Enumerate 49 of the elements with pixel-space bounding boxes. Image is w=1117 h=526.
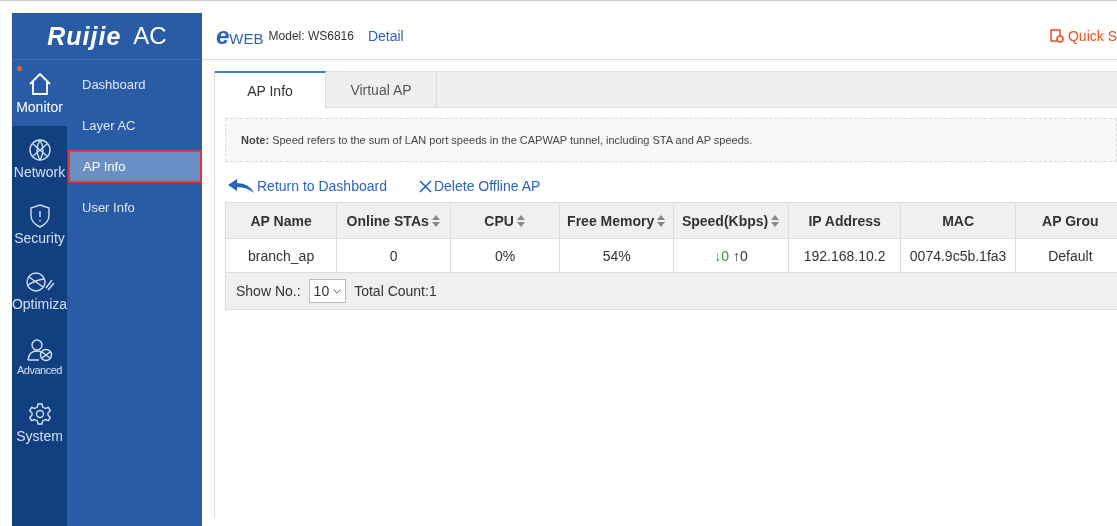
column-header[interactable]: CPU [450,203,560,239]
submenu-item[interactable]: Dashboard [67,64,202,105]
column-header[interactable]: AP Grou [1015,203,1117,239]
column-header[interactable]: Speed(Kbps) [673,203,789,239]
table-cell: 192.168.10.2 [788,238,901,273]
quick-setup-icon [1050,29,1064,43]
nav-rail-item[interactable]: Advanced [12,324,67,390]
column-header[interactable]: MAC [901,203,1016,239]
globe-rocket-icon [24,270,55,294]
user-globe-icon [26,338,53,362]
close-icon [418,179,432,193]
column-header[interactable]: Free Memory [559,203,674,239]
download-speed: ↓0 [714,247,730,264]
tab[interactable]: Virtual AP [326,72,437,107]
nav-rail-item[interactable]: Network [12,126,67,192]
product-name: AC [133,22,167,50]
action-link[interactable]: Return to Dashboard [227,178,387,194]
back-arrow-icon [227,178,255,194]
table-cell: 0% [450,238,560,273]
quick-setup-link[interactable]: Quick S [1068,28,1117,44]
table-cell: 0074.9c5b.1fa3 [901,238,1016,273]
model-label: Model: WS6816 [268,29,354,43]
submenu-item[interactable]: User Info [67,187,202,228]
table-cell: 0 [336,238,451,273]
upload-speed: ↑0 [733,247,748,264]
nav-rail-item[interactable]: Security [12,192,67,258]
detail-link[interactable]: Detail [367,28,404,44]
nav-rail-item[interactable]: System [12,390,67,456]
submenu-item[interactable]: Layer AC [67,105,202,146]
table-cell: branch_ap [226,238,337,273]
globe-icon [27,138,52,162]
table-cell: Default [1015,238,1117,273]
settings-icon [27,402,52,426]
column-header[interactable]: Online STAs [336,203,451,239]
column-header[interactable]: IP Address [788,203,901,239]
column-header[interactable]: AP Name [226,203,337,239]
note-text: Note: Speed refers to the sum of LAN port speeds in the CAPWAP tunnel, including STA and AP speeds. [241,134,753,146]
nav-rail-item[interactable]: Optimiza [12,258,67,324]
caret-icon [333,288,342,294]
nav-rail-item[interactable]: Monitor [12,60,67,126]
action-link[interactable]: Delete Offline AP [418,178,541,194]
brand-logo: Ruijie [47,21,122,51]
total-count: Total Count:1 [354,283,437,299]
eweb-logo: eWEB [216,22,264,50]
page-size-select[interactable]: 10 [308,279,347,303]
table-cell: 54% [559,238,674,273]
tab[interactable]: AP Info [215,71,326,109]
shield-icon [28,204,51,228]
show-number-label: Show No.: [236,283,301,299]
